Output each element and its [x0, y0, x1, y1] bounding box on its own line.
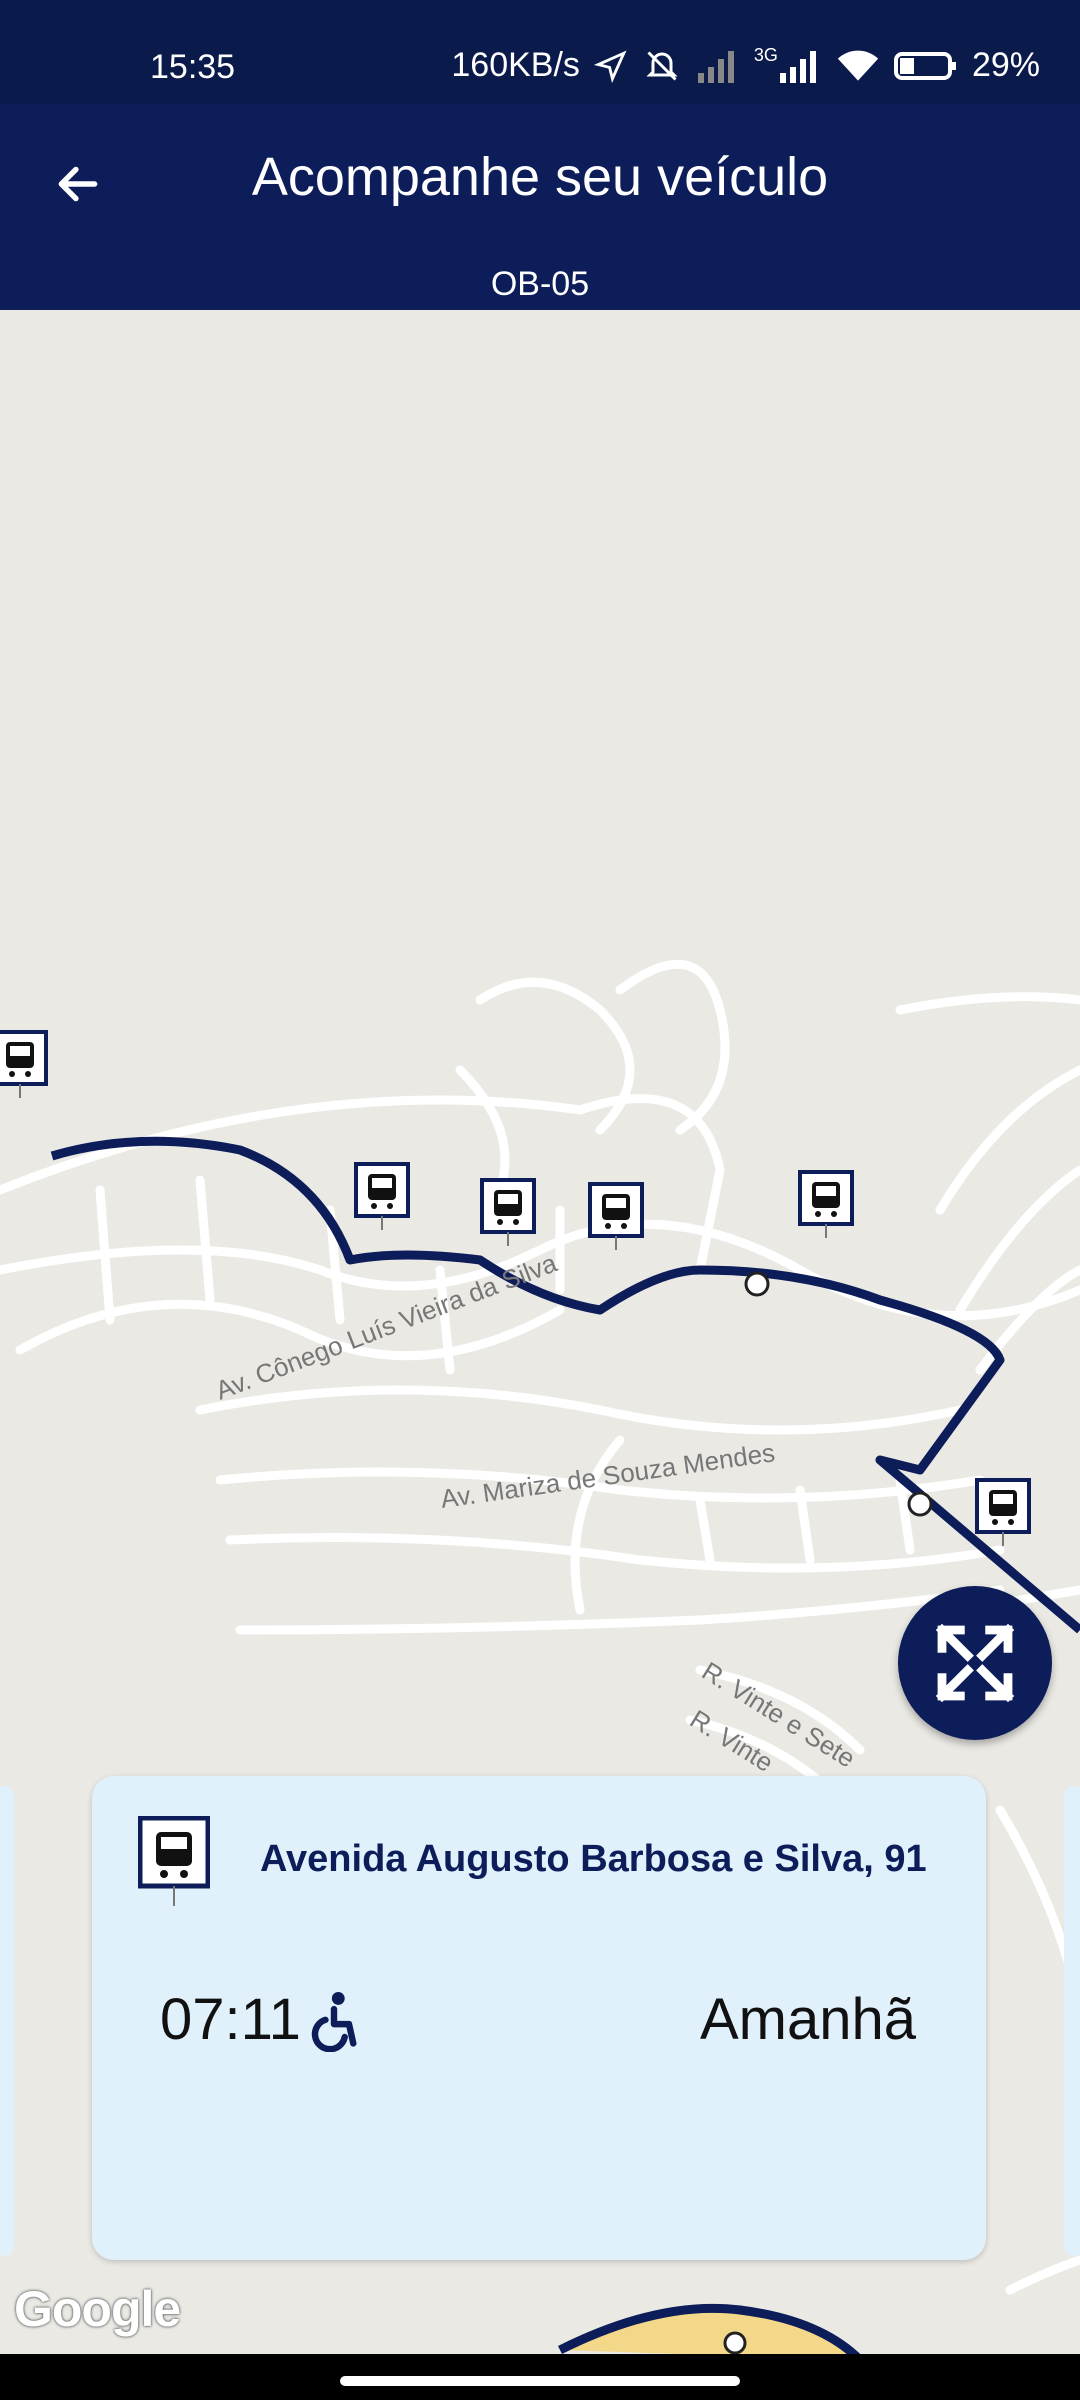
network-type: 3G — [753, 45, 778, 65]
google-attribution: Google — [14, 2281, 181, 2337]
navigation-bar — [0, 2354, 1080, 2400]
location-arrow-icon — [593, 49, 627, 83]
bus-stop-icon — [138, 1816, 210, 1906]
app-bar: Acompanhe seu veículo — [0, 104, 1080, 258]
bus-stop-marker[interactable] — [480, 1178, 536, 1253]
route-code: OB-05 — [0, 258, 1080, 310]
mute-icon — [646, 50, 678, 81]
next-stop-card[interactable] — [1064, 1786, 1080, 2256]
bus-stop-icon — [975, 1478, 1031, 1546]
bus-stop-marker[interactable] — [798, 1170, 854, 1245]
previous-stop-card[interactable] — [0, 1786, 14, 2256]
bus-stop-marker[interactable] — [0, 1030, 48, 1105]
signal-icon — [697, 50, 734, 83]
wifi-icon — [837, 50, 879, 81]
battery-level: 29% — [971, 46, 1040, 84]
bus-stop-marker[interactable] — [975, 1478, 1031, 1553]
expand-map-button[interactable] — [898, 1586, 1052, 1740]
arrival-time: 07:11 — [160, 1987, 301, 2052]
bus-stop-marker[interactable] — [354, 1162, 410, 1237]
bus-stop-icon — [588, 1182, 644, 1250]
arrival-day: Amanhã — [699, 1987, 916, 2052]
home-indicator[interactable] — [340, 2376, 740, 2386]
bus-stop-icon — [0, 1030, 48, 1098]
stop-address: Avenida Augusto Barbosa e Silva, 91 — [260, 1838, 927, 1880]
network-speed: 160KB/s — [451, 46, 580, 84]
signal-icon — [779, 50, 816, 83]
stop-card[interactable]: Avenida Augusto Barbosa e Silva, 91 07:1… — [92, 1776, 986, 2260]
wheelchair-icon — [311, 1992, 357, 2052]
expand-icon — [935, 1623, 1015, 1703]
bus-stop-marker[interactable] — [588, 1182, 644, 1257]
status-bar: 15:35 160KB/s 3G 29% — [0, 0, 1080, 104]
bus-stop-icon — [354, 1162, 410, 1230]
status-icons: 160KB/s 3G 29% — [451, 45, 1040, 85]
page-title: Acompanhe seu veículo — [251, 147, 829, 207]
status-time: 15:35 — [150, 48, 236, 86]
battery-icon — [893, 51, 956, 80]
bus-stop-icon — [798, 1170, 854, 1238]
bus-stop-icon — [480, 1178, 536, 1246]
